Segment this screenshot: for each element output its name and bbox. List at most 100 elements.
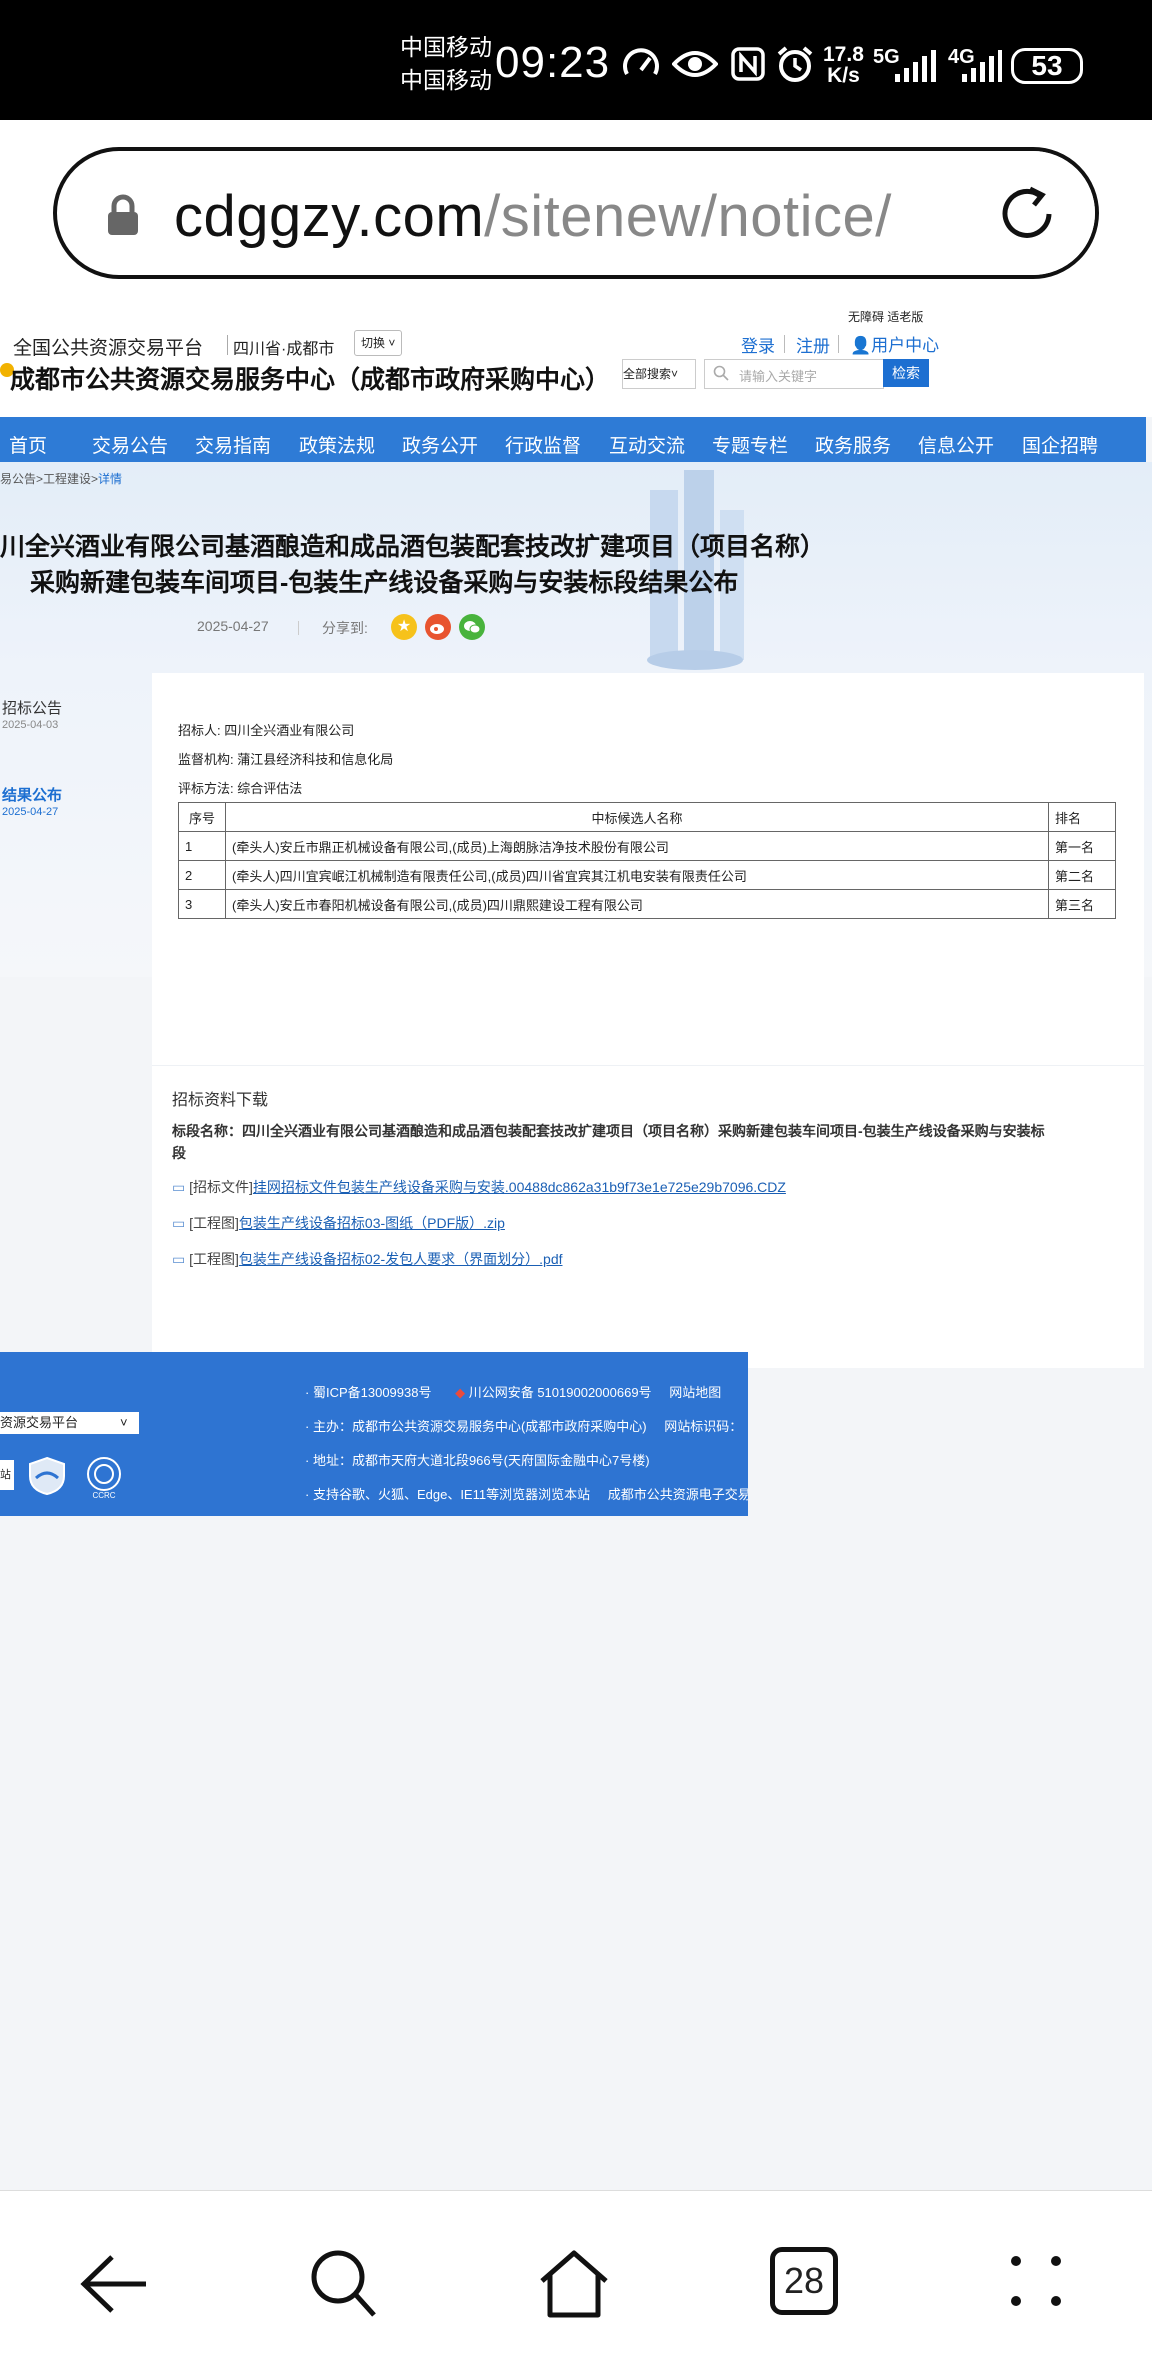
nav-item-services[interactable]: 政务服务 bbox=[815, 431, 891, 458]
web-page: 无障碍 适老版 全国公共资源交易平台 四川省·成都市 切换 ˅ 登录 注册 👤用… bbox=[0, 305, 1152, 2190]
tenderer-row: 招标人: 四川全兴酒业有限公司 bbox=[178, 723, 355, 738]
back-button[interactable] bbox=[78, 2251, 150, 2317]
carrier-label-1: 中国移动 bbox=[400, 34, 492, 60]
weibo-share-icon[interactable] bbox=[425, 614, 451, 640]
download-item: ▭ [工程图]包装生产线设备招标02-发包人要求（界面划分）.pdf bbox=[172, 1251, 563, 1267]
result-table: 序号 中标候选人名称 排名 1 (牵头人)安丘市鼎正机械设备有限公司,(成员)上… bbox=[178, 802, 1116, 919]
chevron-down-icon: ˅ bbox=[385, 336, 396, 350]
footer-host-row: · 主办：成都市公共资源交易服务中心(成都市政府采购中心) 网站标识码： bbox=[305, 1419, 743, 1434]
gov-badge-icon[interactable] bbox=[28, 1456, 66, 1496]
user-center-link[interactable]: 👤用户中心 bbox=[850, 331, 939, 356]
table-cell: (牵头人)安丘市春阳机械设备有限公司,(成员)四川鼎熙建设工程有限公司 bbox=[225, 889, 1049, 919]
signal-bars-icon bbox=[873, 50, 937, 84]
method-row: 评标方法: 综合评估法 bbox=[178, 781, 303, 796]
home-button[interactable] bbox=[538, 2247, 610, 2319]
section-name-line1: 标段名称：四川全兴酒业有限公司基酒酿造和成品酒包装配套技改扩建项目（项目名称）采… bbox=[172, 1123, 1045, 1139]
login-link[interactable]: 登录 bbox=[741, 332, 775, 357]
signal-bars-2-icon bbox=[948, 50, 1002, 84]
region-label: 四川省·成都市 bbox=[233, 341, 335, 358]
notice-title-line1: 川全兴酒业有限公司基酒酿造和成品酒包装配套技改扩建项目（项目名称） bbox=[0, 533, 826, 561]
nav-item-topics[interactable]: 专题专栏 bbox=[712, 431, 788, 458]
qzone-share-icon[interactable]: ★ bbox=[391, 614, 417, 640]
main-nav: 首页 交易公告 交易指南 政策法规 政务公开 行政监督 互动交流 专题专栏 政务… bbox=[0, 417, 1146, 462]
table-row: 2 (牵头人)四川宜宾岷江机械制造有限责任公司,(成员)四川省宜宾其江机电安装有… bbox=[178, 860, 1116, 890]
search-placeholder: 请输入关键字 bbox=[739, 369, 818, 384]
nav-item-disclosure[interactable]: 信息公开 bbox=[918, 431, 994, 458]
section-name-line2: 段 bbox=[172, 1145, 186, 1161]
user-icon: 👤 bbox=[850, 336, 872, 355]
nav-item-policy[interactable]: 政策法规 bbox=[299, 431, 375, 458]
timeline-item-date-active: 2025-04-27 bbox=[2, 806, 59, 818]
search-scope-select[interactable]: 全部搜索˅ bbox=[622, 359, 696, 389]
chevron-down-icon: ˅ bbox=[120, 1415, 128, 1430]
footer-address-row: · 地址：成都市天府大道北段966号(天府国际金融中心7号楼) bbox=[305, 1453, 650, 1468]
nav-item-supervision[interactable]: 行政监督 bbox=[505, 431, 581, 458]
supervisor-row: 监督机构: 蒲江县经济科技和信息化局 bbox=[178, 752, 394, 767]
browser-bottom-nav: 28 bbox=[0, 2190, 1152, 2377]
register-link[interactable]: 注册 bbox=[796, 332, 830, 357]
police-badge-icon: ◆ bbox=[455, 1385, 466, 1400]
nav-item-guide[interactable]: 交易指南 bbox=[195, 431, 271, 458]
address-bar[interactable]: cdggzy.com/sitenew/notice/ bbox=[53, 147, 1099, 279]
header-divider bbox=[784, 335, 785, 353]
search-icon bbox=[311, 2250, 376, 2317]
accessibility-links[interactable]: 无障碍 适老版 bbox=[848, 308, 923, 325]
sitemap-link[interactable]: 网站地图 bbox=[669, 1385, 721, 1400]
table-row: 1 (牵头人)安丘市鼎正机械设备有限公司,(成员)上海朗脉洁净技术股份有限公司 … bbox=[178, 831, 1116, 861]
home-icon bbox=[540, 2250, 608, 2318]
ccrc-badge-icon[interactable]: CCRC bbox=[84, 1456, 124, 1500]
search-input[interactable]: 请输入关键字 bbox=[704, 359, 884, 389]
status-bar: 中国移动 中国移动 09:23 17.8 K/s 5G 4G 53 bbox=[0, 0, 1152, 120]
meta-divider bbox=[298, 621, 299, 635]
document-icon: ▭ bbox=[172, 1179, 190, 1195]
site-title[interactable]: 成都市公共资源交易服务中心（成都市政府采购中心） bbox=[10, 360, 610, 396]
search-button[interactable] bbox=[308, 2247, 378, 2319]
download-item: ▭ [招标文件]挂网招标文件包装生产线设备采购与安装.00488dc862a31… bbox=[172, 1179, 786, 1195]
clock-time: 09:23 bbox=[495, 38, 611, 87]
breadcrumb: 易公告>工程建设>详情 bbox=[0, 472, 123, 486]
chevron-down-icon: ˅ bbox=[671, 367, 679, 381]
lock-icon bbox=[105, 193, 141, 237]
nav-item-recruitment[interactable]: 国企招聘 bbox=[1022, 431, 1098, 458]
wechat-share-icon[interactable] bbox=[459, 614, 485, 640]
table-cell: 第三名 bbox=[1048, 889, 1116, 919]
search-button[interactable]: 检索 bbox=[883, 359, 929, 387]
footer-icp-row: · 蜀ICP备13009938号 ◆ 川公网安备 51019002000669号… bbox=[305, 1385, 722, 1400]
platform-select[interactable]: 资源交易平台 ˅ bbox=[0, 1412, 139, 1434]
table-cell: 第一名 bbox=[1048, 831, 1116, 861]
download-link[interactable]: 挂网招标文件包装生产线设备采购与安装.00488dc862a31b9f73e1e… bbox=[253, 1179, 786, 1195]
header-divider bbox=[227, 335, 228, 355]
table-cell: 第二名 bbox=[1048, 860, 1116, 890]
nav-item-home[interactable]: 首页 bbox=[9, 431, 47, 458]
reload-button[interactable] bbox=[982, 151, 1095, 275]
notice-date: 2025-04-27 bbox=[197, 618, 269, 634]
timeline-item-label-active[interactable]: 结果公布 bbox=[2, 784, 62, 805]
downloads-heading: 招标资料下载 bbox=[172, 1092, 269, 1109]
switch-region-button[interactable]: 切换 ˅ bbox=[354, 330, 403, 356]
url-text[interactable]: cdggzy.com/sitenew/notice/ bbox=[174, 183, 892, 250]
notice-timeline: 招标公告 2025-04-03 结果公布 2025-04-27 bbox=[0, 697, 150, 1017]
timeline-item-label[interactable]: 招标公告 bbox=[2, 697, 62, 718]
table-cell: 1 bbox=[178, 831, 226, 861]
menu-button[interactable] bbox=[1008, 2253, 1064, 2309]
section-divider bbox=[152, 1065, 1144, 1066]
platform-name[interactable]: 全国公共资源交易平台 bbox=[13, 333, 203, 360]
notice-title-line2: 采购新建包装车间项目-包装生产线设备采购与安装标段结果公布 bbox=[30, 569, 739, 597]
nav-item-interaction[interactable]: 互动交流 bbox=[609, 431, 685, 458]
table-cell: (牵头人)四川宜宾岷江机械制造有限责任公司,(成员)四川省宜宾其江机电安装有限责… bbox=[225, 860, 1049, 890]
download-link[interactable]: 包装生产线设备招标02-发包人要求（界面划分）.pdf bbox=[239, 1251, 563, 1267]
footer-browser-row: · 支持谷歌、火狐、Edge、IE11等浏览器浏览本站 成都市公共资源电子交易 bbox=[305, 1487, 748, 1502]
document-icon: ▭ bbox=[172, 1215, 190, 1231]
download-link[interactable]: 包装生产线设备招标03-图纸（PDF版）.zip bbox=[239, 1215, 505, 1231]
nav-item-notices[interactable]: 交易公告 bbox=[92, 431, 168, 458]
download-item: ▭ [工程图]包装生产线设备招标03-图纸（PDF版）.zip bbox=[172, 1215, 505, 1231]
site-footer: 资源交易平台 ˅ 站 CCRC · 蜀ICP备13009938号 ◆ 川公网安备 … bbox=[0, 1352, 748, 1516]
tabs-button[interactable]: 28 bbox=[770, 2247, 838, 2315]
reload-icon bbox=[1002, 186, 1052, 238]
network-speed: 17.8 K/s bbox=[823, 43, 864, 87]
eye-icon bbox=[671, 48, 719, 80]
table-row: 3 (牵头人)安丘市春阳机械设备有限公司,(成员)四川鼎熙建设工程有限公司 第三… bbox=[178, 889, 1116, 919]
menu-dots-icon bbox=[1011, 2256, 1061, 2306]
footer-input[interactable]: 站 bbox=[0, 1460, 14, 1490]
nav-item-public-affairs[interactable]: 政务公开 bbox=[402, 431, 478, 458]
